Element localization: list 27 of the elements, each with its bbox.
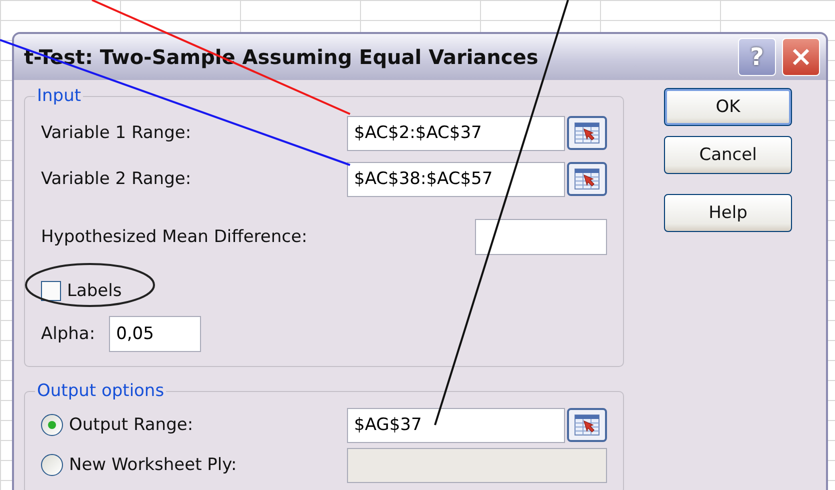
field-label: Hypothesized Mean Difference: [41,227,308,247]
checkbox[interactable] [41,281,61,301]
field-label: Variable 2 Range: [41,169,192,189]
dialog-button[interactable]: Help [664,194,792,232]
dialog-button[interactable]: Cancel [664,136,792,174]
range-selector-button[interactable] [567,408,607,442]
close-icon [790,46,812,68]
range-field[interactable]: $AC$38:$AC$57 [347,162,565,196]
range-selector-button[interactable] [567,116,607,150]
range-field[interactable]: $AC$2:$AC$37 [347,116,565,150]
group-legend: Output options [35,381,166,401]
group-legend: Input [35,86,84,106]
mean-difference-field[interactable] [475,219,607,255]
output-field[interactable]: $AG$37 [347,408,565,442]
collapse-dialog-icon [574,414,600,436]
field-label: Alpha: [41,324,96,344]
dialog-button[interactable]: OK [664,88,792,126]
checkbox-label: Labels [67,281,122,301]
radio-label: New Worksheet Ply: [69,455,237,475]
field-label: Variable 1 Range: [41,123,192,143]
radio-button[interactable] [41,414,63,436]
alpha-field[interactable]: 0,05 [109,316,202,352]
radio-label: Output Range: [69,415,194,435]
close-button[interactable] [782,38,820,76]
collapse-dialog-icon [574,168,600,190]
range-selector-button[interactable] [567,162,607,196]
collapse-dialog-icon [574,122,600,144]
